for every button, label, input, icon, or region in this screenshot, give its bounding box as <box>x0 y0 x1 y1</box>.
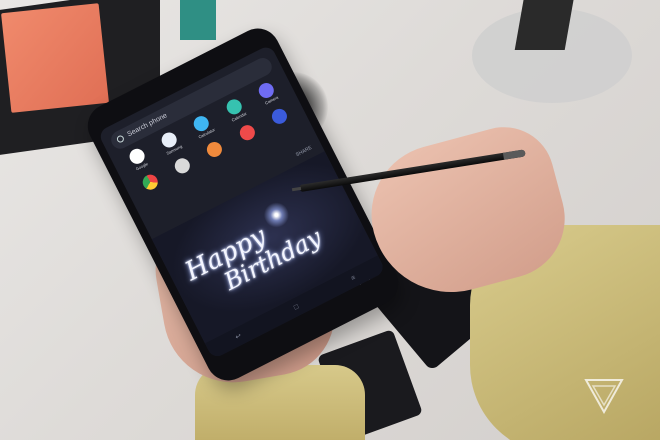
verge-logo-icon <box>584 379 624 414</box>
share-label: SHARE <box>294 144 314 159</box>
orange-cube <box>1 3 109 113</box>
contacts-icon <box>204 139 225 160</box>
photo-scene: Search phone Google Samsung Calculator C… <box>0 0 660 440</box>
teal-box <box>180 0 216 40</box>
back-icon: ↩ <box>234 332 243 342</box>
phone-screen: Search phone Google Samsung Calculator C… <box>97 44 386 360</box>
recents-icon: ≡ <box>349 273 357 282</box>
chrome-icon <box>139 172 161 193</box>
email-icon <box>237 122 258 143</box>
clock-icon <box>172 155 193 176</box>
facebook-icon <box>269 106 290 127</box>
search-icon <box>115 134 126 144</box>
home-icon: □ <box>292 302 300 312</box>
